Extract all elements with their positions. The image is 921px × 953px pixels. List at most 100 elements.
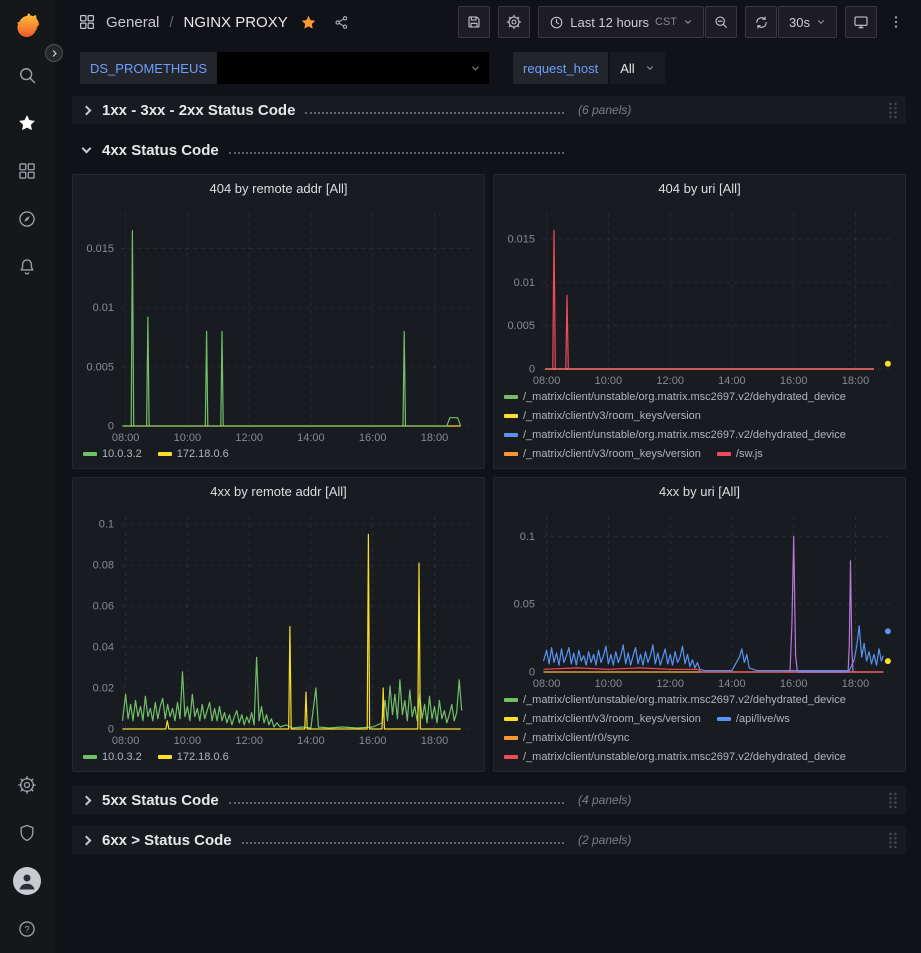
legend-swatch [504,433,518,437]
zoom-out-button[interactable] [705,6,737,38]
breadcrumb-title: NGINX PROXY [184,14,288,31]
svg-text:14:00: 14:00 [297,432,325,444]
help-icon: ? [17,919,37,939]
time-controls: Last 12 hours CST [538,6,737,38]
legend-item[interactable]: /_matrix/client/unstable/org.matrix.msc2… [504,391,846,403]
legend-swatch [504,755,518,759]
sidebar-item-starred[interactable] [0,99,54,147]
sidebar-item-alerting[interactable] [0,243,54,291]
dashboard-settings-button[interactable] [498,6,530,38]
legend-swatch [158,755,172,759]
row-title: 4xx Status Code [102,142,219,159]
sidebar-item-help[interactable]: ? [0,905,54,953]
legend-item[interactable]: /_matrix/client/unstable/org.matrix.msc2… [504,751,846,763]
legend-swatch [717,717,731,721]
panel-header[interactable]: 4xx by uri [All] [494,478,905,506]
chevron-right-icon [82,835,92,845]
bell-icon [17,257,37,277]
svg-text:0.04: 0.04 [93,642,114,654]
legend-item[interactable]: 10.0.3.2 [83,751,142,763]
svg-text:?: ? [24,924,29,934]
legend-label: 172.18.0.6 [177,751,229,763]
legend-item[interactable]: /sw.js [717,448,763,460]
svg-text:14:00: 14:00 [718,678,746,690]
drag-handle-icon[interactable] [888,832,898,849]
legend-swatch [504,717,518,721]
time-range-picker[interactable]: Last 12 hours CST [538,6,704,38]
svg-text:10:00: 10:00 [595,375,623,387]
panel-404-by-uri-all: 404 by uri [All] 00.0050.010.01508:0010:… [493,174,906,469]
legend-item[interactable]: 10.0.3.2 [83,448,142,460]
legend-item[interactable]: /_matrix/client/v3/room_keys/version [504,448,701,460]
chevron-right-icon [50,49,59,58]
grafana-logo[interactable] [12,9,42,39]
svg-text:16:00: 16:00 [359,432,387,444]
sidebar: ? [0,0,54,953]
legend-label: /_matrix/client/unstable/org.matrix.msc2… [523,694,846,706]
share-dashboard-button[interactable] [333,14,350,31]
legend-item[interactable]: /_matrix/client/v3/room_keys/version [504,713,701,725]
sidebar-item-server-admin[interactable] [0,809,54,857]
refresh-controls: 30s [745,6,837,38]
row-panel-count: (4 panels) [578,793,631,807]
sidebar-item-explore[interactable] [0,195,54,243]
panel-title: 404 by uri [All] [494,175,905,203]
datasource-picker[interactable] [217,52,489,84]
legend-label: 172.18.0.6 [177,448,229,460]
legend-item[interactable]: /_matrix/client/unstable/org.matrix.msc2… [504,694,846,706]
legend-item[interactable]: /api/live/ws [717,713,790,725]
time-range-label: Last 12 hours [570,15,649,30]
svg-text:16:00: 16:00 [780,375,808,387]
svg-text:0: 0 [529,364,535,376]
refresh-button[interactable] [745,6,777,38]
panel-header[interactable]: 404 by uri [All] [494,175,905,203]
svg-text:18:00: 18:00 [421,432,449,444]
avatar [13,867,41,895]
row-4xx-status-code[interactable]: 4xx Status Code [72,136,906,164]
legend-item[interactable]: /_matrix/client/unstable/org.matrix.msc2… [504,429,846,441]
legend-item[interactable]: /_matrix/client/r0/sync [504,732,629,744]
svg-text:18:00: 18:00 [842,375,870,387]
time-series-chart[interactable]: 00.020.040.060.080.108:0010:0012:0014:00… [77,506,480,749]
panel-header[interactable]: 4xx by remote addr [All] [73,478,484,506]
panel-legend: 10.0.3.2 172.18.0.6 [73,446,484,468]
save-icon [466,14,482,30]
cycle-view-mode-button[interactable] [845,6,877,38]
time-series-chart[interactable]: 00.0050.010.01508:0010:0012:0014:0016:00… [77,203,480,446]
sidebar-item-profile[interactable] [0,857,54,905]
row-title-wrap: 5xx Status Code [102,792,564,809]
svg-text:0: 0 [529,667,535,679]
legend-swatch [504,452,518,456]
drag-handle-icon[interactable] [888,102,898,119]
legend-item[interactable]: /_matrix/client/v3/room_keys/version [504,410,701,422]
save-dashboard-button[interactable] [458,6,490,38]
main-area: General / NGINX PROXY [54,0,921,953]
row-panel-count: (6 panels) [578,103,631,117]
row-1xx-3xx-2xx-status-code[interactable]: 1xx - 3xx - 2xx Status Code (6 panels) [72,96,906,124]
chart-canvas: 00.050.108:0010:0012:0014:0016:0018:00 [498,506,901,692]
sidebar-item-configuration[interactable] [0,761,54,809]
row-5xx-status-code[interactable]: 5xx Status Code (4 panels) [72,786,906,814]
request-host-picker[interactable]: All [610,52,664,84]
dotted-leader [242,842,564,844]
favorite-star-button[interactable] [300,14,317,31]
panel-4xx-by-remote-addr-all: 4xx by remote addr [All] 00.020.040.060.… [72,477,485,772]
drag-handle-icon[interactable] [888,792,898,809]
sidebar-expand-button[interactable] [45,44,63,62]
breadcrumb-separator: / [169,14,173,31]
share-icon [333,14,350,31]
time-series-chart[interactable]: 00.050.108:0010:0012:0014:0016:0018:00 [498,506,901,692]
search-icon [17,65,37,85]
sidebar-item-dashboards[interactable] [0,147,54,195]
legend-item[interactable]: 172.18.0.6 [158,448,229,460]
row-6xx-status-code[interactable]: 6xx > Status Code (2 panels) [72,826,906,854]
panel-header[interactable]: 404 by remote addr [All] [73,175,484,203]
panel-title: 4xx by uri [All] [494,478,905,506]
legend-item[interactable]: 172.18.0.6 [158,751,229,763]
more-options-button[interactable] [885,14,907,30]
breadcrumb-section[interactable]: General [106,14,159,31]
time-series-chart[interactable]: 00.0050.010.01508:0010:0012:0014:0016:00… [498,203,901,389]
svg-text:0.06: 0.06 [93,601,114,613]
refresh-interval-picker[interactable]: 30s [778,6,837,38]
chevron-down-icon [683,17,693,27]
